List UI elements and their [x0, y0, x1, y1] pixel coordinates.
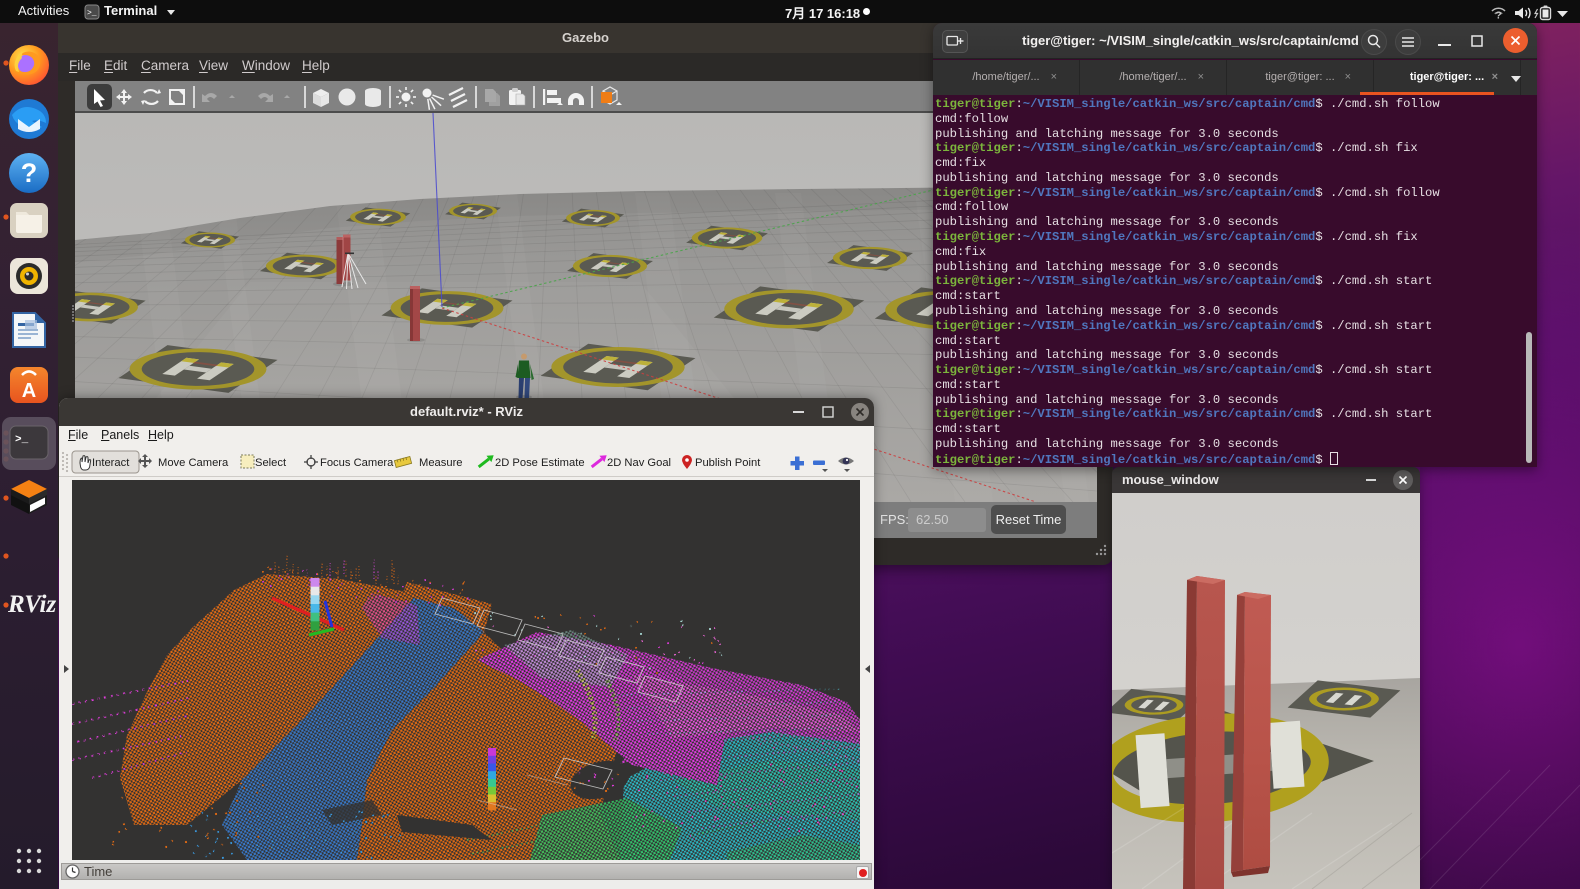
svg-text:?: ? [1496, 11, 1502, 22]
svg-text:A: A [22, 380, 36, 402]
svg-text:RViz: RViz [7, 591, 56, 618]
svg-text:Focus Camera: Focus Camera [320, 457, 394, 469]
svg-text:Select: Select [255, 457, 287, 469]
svg-text:>_: >_ [15, 434, 29, 446]
svg-text:?: ? [21, 158, 38, 188]
svg-text:Measure: Measure [419, 457, 463, 469]
svg-text:Interact: Interact [92, 457, 130, 469]
svg-text:>_: >_ [87, 9, 97, 18]
svg-text:2D Nav Goal: 2D Nav Goal [607, 457, 671, 469]
svg-text:Publish Point: Publish Point [695, 457, 761, 469]
svg-text:Move Camera: Move Camera [158, 457, 229, 469]
svg-text:2D Pose Estimate: 2D Pose Estimate [495, 457, 585, 469]
